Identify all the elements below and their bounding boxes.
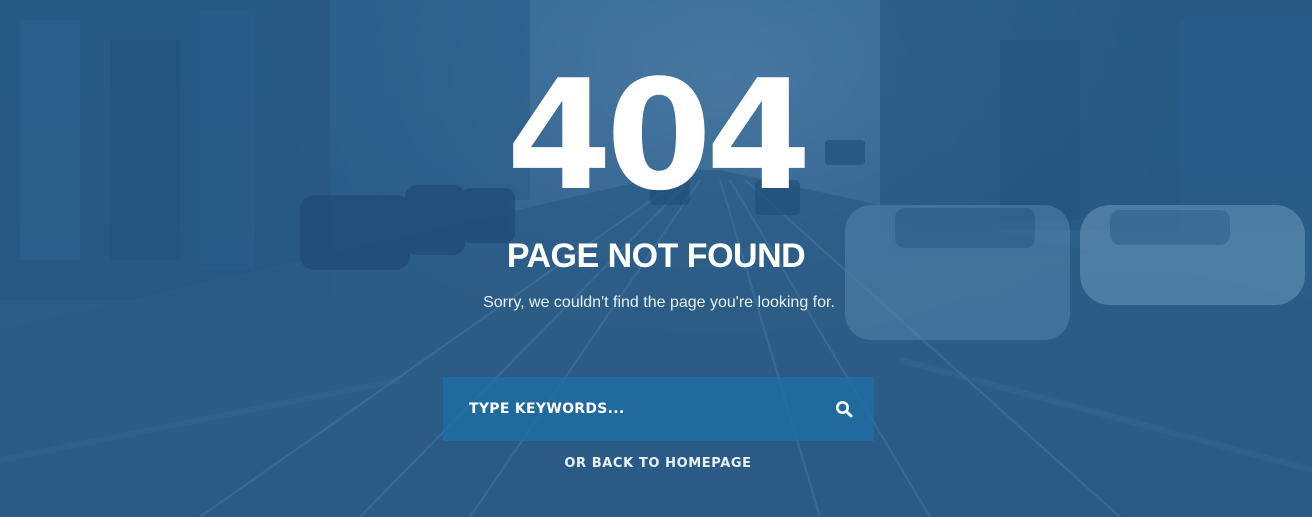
error-message: Sorry, we couldn't find the page you're …	[483, 294, 835, 311]
search-input[interactable]	[443, 377, 813, 441]
back-to-homepage-link[interactable]: OR BACK TO HOMEPAGE	[564, 456, 751, 471]
search-button[interactable]	[828, 393, 860, 425]
back-to-homepage-container: OR BACK TO HOMEPAGE	[0, 455, 1312, 473]
error-code: 404	[506, 47, 811, 224]
search-form	[443, 377, 874, 441]
search-icon	[836, 401, 853, 418]
error-page-content: 404 PAGE NOT FOUND Sorry, we couldn't fi…	[0, 0, 1312, 517]
page-title: PAGE NOT FOUND	[506, 237, 806, 275]
